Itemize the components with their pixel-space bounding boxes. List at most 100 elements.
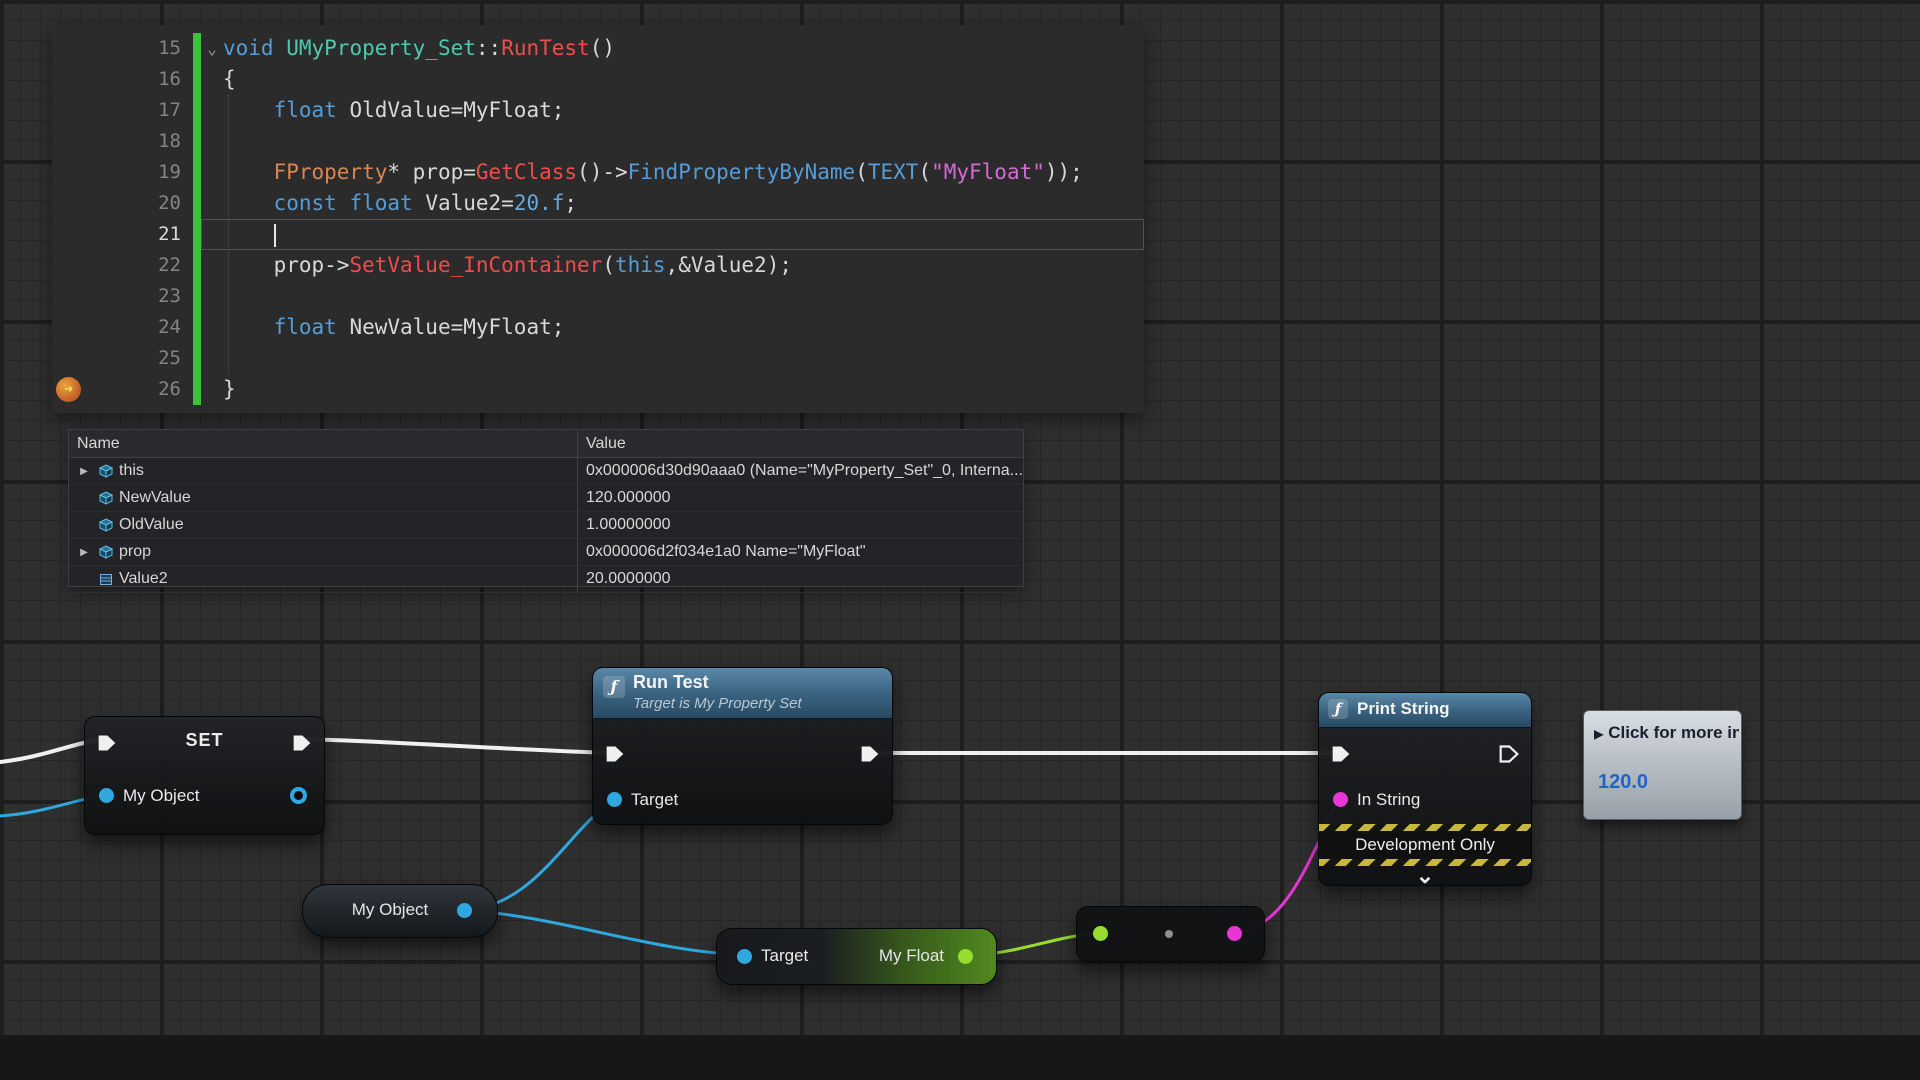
watch-row[interactable]: OldValue 1.00000000: [69, 512, 1023, 539]
indent-guide: [228, 95, 229, 374]
object-output-pin[interactable]: [290, 787, 307, 804]
code-lines: 15 ⌄void UMyProperty_Set::RunTest()16{17 …: [52, 33, 1144, 405]
code-editor-panel[interactable]: 15 ⌄void UMyProperty_Set::RunTest()16{17 …: [52, 25, 1144, 413]
gutter-margin[interactable]: [52, 64, 88, 95]
code-text[interactable]: float NewValue=MyFloat;: [223, 312, 564, 343]
variable-name[interactable]: OldValue: [117, 516, 184, 534]
variable-value[interactable]: 20.0000000: [578, 566, 1023, 592]
node-header: ƒ Run Test Target is My Property Set: [593, 668, 892, 719]
variable-name[interactable]: prop: [117, 543, 151, 561]
column-header-name[interactable]: Name: [69, 430, 578, 457]
float-output-pin[interactable]: [958, 949, 973, 964]
exec-out-pin[interactable]: [1499, 744, 1519, 764]
code-text[interactable]: {: [223, 64, 236, 95]
variable-value[interactable]: 120.000000: [578, 485, 1023, 511]
target-input-pin[interactable]: [607, 792, 622, 807]
code-line[interactable]: 17 float OldValue=MyFloat;: [52, 95, 1144, 126]
code-line[interactable]: 24 float NewValue=MyFloat;: [52, 312, 1144, 343]
my-object-variable-node[interactable]: My Object: [302, 884, 498, 938]
code-line[interactable]: 15 ⌄void UMyProperty_Set::RunTest(): [52, 33, 1144, 64]
code-line[interactable]: 20 const float Value2=20.f;: [52, 188, 1144, 219]
watch-row[interactable]: ▶ prop 0x000006d2f034e1a0 Name="MyFloat": [69, 539, 1023, 566]
exec-out-pin[interactable]: [292, 733, 312, 753]
line-number: 15: [88, 33, 193, 64]
execution-pointer-icon: ➜: [56, 377, 81, 402]
fold-collapse-icon[interactable]: ⌄: [201, 33, 223, 64]
float-input-pin[interactable]: [1093, 926, 1108, 941]
text-caret: [274, 224, 276, 247]
gutter-margin[interactable]: [52, 157, 88, 188]
gutter-margin[interactable]: ➜: [52, 374, 88, 405]
gutter-margin[interactable]: [52, 188, 88, 219]
string-output-pin[interactable]: [1227, 926, 1242, 941]
code-line[interactable]: 25: [52, 343, 1144, 374]
line-number: 17: [88, 95, 193, 126]
variable-value[interactable]: 1.00000000: [578, 512, 1023, 538]
column-header-value[interactable]: Value: [578, 430, 1023, 457]
code-text[interactable]: }: [223, 374, 236, 405]
target-input-pin[interactable]: [737, 949, 752, 964]
pin-label: My Float: [879, 946, 944, 966]
watch-row[interactable]: Value2 20.0000000: [69, 566, 1023, 593]
object-input-pin[interactable]: [99, 788, 114, 803]
exec-in-pin[interactable]: [97, 733, 117, 753]
function-icon: ƒ: [1328, 699, 1348, 719]
code-line[interactable]: ➜ 26}: [52, 374, 1144, 405]
debug-value-bubble[interactable]: ▶Click for more info 120.0: [1583, 710, 1742, 820]
object-cube-icon: [95, 463, 117, 479]
variable-name[interactable]: Value2: [117, 570, 168, 588]
line-number: 18: [88, 126, 193, 157]
gutter-margin[interactable]: [52, 312, 88, 343]
code-text[interactable]: const float Value2=20.f;: [223, 188, 577, 219]
exec-in-pin[interactable]: [605, 744, 625, 764]
variable-name[interactable]: this: [117, 462, 144, 480]
object-cube-icon: [95, 517, 117, 533]
pin-label: In String: [1357, 790, 1420, 810]
code-line[interactable]: 21: [52, 219, 1144, 250]
line-number: 26: [88, 374, 193, 405]
code-line[interactable]: 16{: [52, 64, 1144, 95]
development-only-banner: Development Only: [1319, 831, 1531, 859]
run-test-node[interactable]: ƒ Run Test Target is My Property Set Tar…: [592, 667, 893, 825]
code-text[interactable]: prop->SetValue_InContainer(this,&Value2)…: [223, 250, 792, 281]
exec-in-pin[interactable]: [1331, 744, 1351, 764]
watch-row[interactable]: NewValue 120.000000: [69, 485, 1023, 512]
code-text[interactable]: FProperty* prop=GetClass()->FindProperty…: [223, 157, 1083, 188]
blueprint-graph-canvas[interactable]: SET My Object ƒ Run Test Target is My Pr…: [0, 0, 1920, 1080]
function-icon: ƒ: [603, 676, 625, 698]
gutter-margin[interactable]: [52, 95, 88, 126]
in-string-input-pin[interactable]: [1333, 792, 1348, 807]
fold-spacer: [201, 219, 223, 250]
gutter-margin[interactable]: [52, 33, 88, 64]
variable-value[interactable]: 0x000006d2f034e1a0 Name="MyFloat": [578, 539, 1023, 565]
code-line[interactable]: 19 FProperty* prop=GetClass()->FindPrope…: [52, 157, 1144, 188]
code-text[interactable]: float OldValue=MyFloat;: [223, 95, 564, 126]
watch-row[interactable]: ▶ this 0x000006d30d90aaa0 (Name="MyPropert…: [69, 458, 1023, 485]
watch-panel[interactable]: Name Value ▶ this 0x000006d30d90aaa0 (Name…: [68, 429, 1024, 587]
code-line[interactable]: 23: [52, 281, 1144, 312]
chevron-down-icon[interactable]: ⌄: [1319, 859, 1531, 885]
set-node[interactable]: SET My Object: [84, 716, 325, 835]
gutter-margin[interactable]: [52, 126, 88, 157]
conversion-node[interactable]: [1076, 906, 1265, 962]
code-text[interactable]: void UMyProperty_Set::RunTest(): [223, 33, 615, 64]
code-line[interactable]: 22 prop->SetValue_InContainer(this,&Valu…: [52, 250, 1144, 281]
exec-out-pin[interactable]: [860, 744, 880, 764]
gutter-margin[interactable]: [52, 219, 88, 250]
object-output-pin[interactable]: [457, 903, 472, 918]
gutter-margin[interactable]: [52, 281, 88, 312]
gutter-margin[interactable]: [52, 250, 88, 281]
object-wire[interactable]: [463, 910, 744, 955]
exec-wire[interactable]: [301, 739, 614, 753]
code-text[interactable]: [223, 219, 276, 250]
print-string-node[interactable]: ƒ Print String In String Development Onl…: [1318, 692, 1532, 886]
expand-arrow-icon[interactable]: ▶: [73, 466, 95, 477]
variable-value[interactable]: 0x000006d30d90aaa0 (Name="MyProperty_Set…: [578, 458, 1023, 484]
node-title: Print String: [1357, 699, 1450, 719]
variable-name[interactable]: NewValue: [117, 489, 191, 507]
get-my-float-node[interactable]: Target My Float: [716, 928, 997, 985]
bubble-header[interactable]: ▶Click for more info: [1594, 723, 1739, 743]
expand-arrow-icon[interactable]: ▶: [73, 547, 95, 558]
gutter-margin[interactable]: [52, 343, 88, 374]
code-line[interactable]: 18: [52, 126, 1144, 157]
